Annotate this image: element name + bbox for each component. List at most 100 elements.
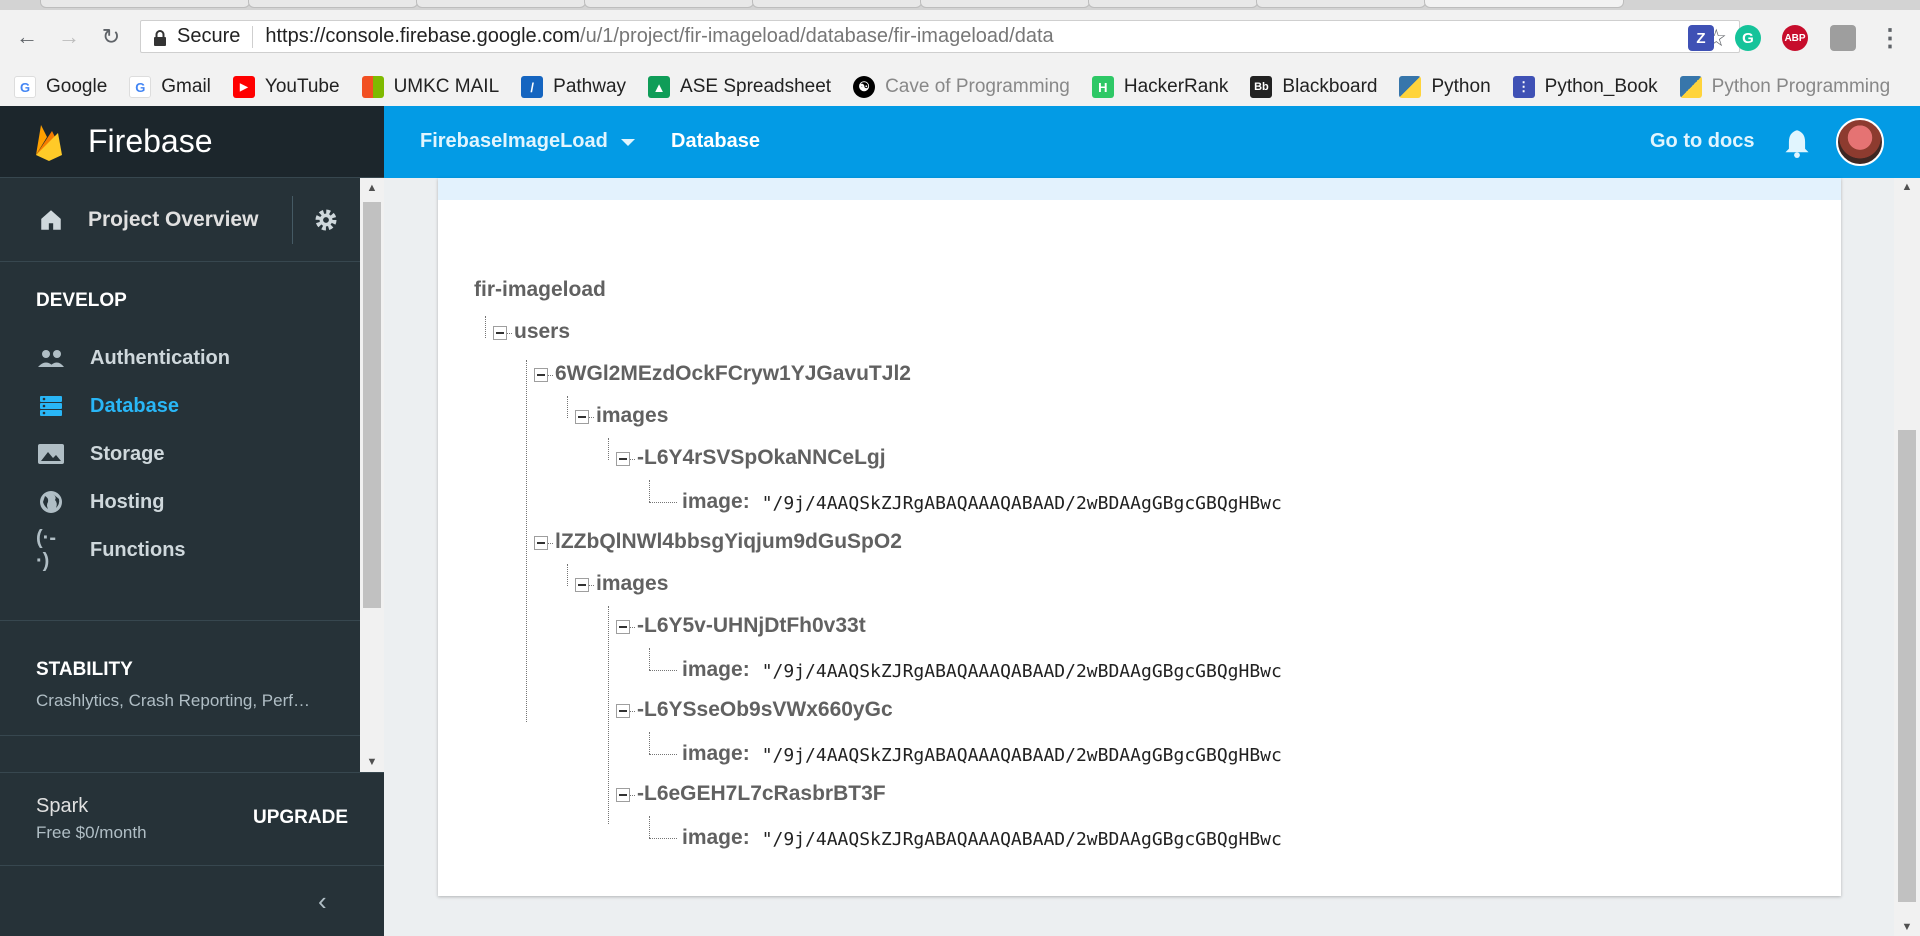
tree-node-image-id[interactable]: -L6YSseOb9sVWx660yGc <box>637 698 893 722</box>
secure-label: Secure <box>177 25 241 47</box>
scroll-up-icon[interactable]: ▲ <box>360 178 384 198</box>
browser-tab[interactable] <box>584 0 754 8</box>
leaf-value[interactable]: "/9j/4AAQSkZJRgABAQAAAQABAAD/2wBDAAgGBgc… <box>762 829 1282 850</box>
leaf-key: image: <box>682 742 750 765</box>
project-overview[interactable]: Project Overview <box>0 178 384 262</box>
browser-tab[interactable] <box>416 0 586 8</box>
extension-grammarly-icon[interactable]: G <box>1735 25 1761 51</box>
scroll-down-icon[interactable]: ▼ <box>1894 918 1920 936</box>
extension-adblock-icon[interactable]: ABP <box>1782 25 1808 51</box>
browser-tab-strip <box>0 0 1920 10</box>
bookmark-label: ASE Spreadsheet <box>680 76 832 97</box>
collapse-icon[interactable] <box>616 704 630 718</box>
gear-icon[interactable] <box>312 206 340 234</box>
functions-icon: (·-·) <box>36 527 56 572</box>
browser-tab[interactable] <box>1256 0 1426 8</box>
bookmark-google[interactable]: G Google <box>14 76 107 98</box>
tree-node-user[interactable]: 6WGl2MEzdOckFCryw1YJGavuTJl2 <box>555 362 911 386</box>
page-scroll-thumb[interactable] <box>1898 430 1916 902</box>
tree-connector <box>649 732 650 754</box>
reload-icon[interactable]: ↻ <box>96 22 126 52</box>
page-scrollbar[interactable]: ▲ ▼ <box>1894 178 1920 936</box>
browser-tab[interactable] <box>920 0 1090 8</box>
extension-generic-icon[interactable] <box>1830 25 1856 51</box>
home-icon <box>41 209 61 230</box>
scroll-up-icon[interactable]: ▲ <box>1894 178 1920 196</box>
browser-tab-active[interactable] <box>1424 0 1624 8</box>
collapse-icon[interactable] <box>616 452 630 466</box>
bookmark-python-programming[interactable]: Python Programming <box>1679 76 1890 98</box>
sidebar-item-functions[interactable]: (·-·) Functions <box>0 526 384 574</box>
url-host: https://console.firebase.google.com <box>265 25 581 47</box>
sidebar-item-hosting[interactable]: Hosting <box>0 478 384 526</box>
tree-node-users[interactable]: users <box>514 320 570 344</box>
project-selector[interactable]: FirebaseImageLoad <box>420 130 608 153</box>
tree-node-image-id[interactable]: -L6Y5v-UHNjDtFh0v33t <box>637 614 866 638</box>
browser-tab[interactable] <box>1088 0 1258 8</box>
collapse-icon[interactable] <box>575 578 589 592</box>
bookmark-hackerrank[interactable]: H HackerRank <box>1091 76 1228 98</box>
chevron-down-icon[interactable] <box>621 139 635 146</box>
avatar[interactable] <box>1836 118 1884 166</box>
address-bar[interactable]: Secure https://console.firebase.google.c… <box>140 20 1740 53</box>
sidebar-item-authentication[interactable]: Authentication <box>0 334 384 382</box>
leaf-key: image: <box>682 658 750 681</box>
collapse-icon[interactable] <box>575 410 589 424</box>
browser-menu-icon[interactable]: ⋮ <box>1878 24 1902 53</box>
bookmark-ase-spreadsheet[interactable]: ▲ ASE Spreadsheet <box>648 76 831 98</box>
sidebar-item-storage[interactable]: Storage <box>0 430 384 478</box>
bookmark-youtube[interactable]: ▶ YouTube <box>232 76 340 98</box>
tree-node-images[interactable]: images <box>596 572 668 596</box>
extension-label: Z <box>1696 29 1706 47</box>
tree-leaf-image[interactable]: image: "/9j/4AAQSkZJRgABAQAAAQABAAD/2wBDA… <box>682 490 1282 514</box>
leaf-value[interactable]: "/9j/4AAQSkZJRgABAQAAAQABAAD/2wBDAAgGBgc… <box>762 745 1282 766</box>
tree-connector <box>649 816 650 838</box>
tree-node-image-id[interactable]: -L6eGEH7L7cRasbrBT3F <box>637 782 886 806</box>
collapse-icon[interactable] <box>493 326 507 340</box>
bookmark-pathway[interactable]: / Pathway <box>521 76 626 98</box>
back-icon[interactable]: ← <box>12 22 42 52</box>
tree-node-images[interactable]: images <box>596 404 668 428</box>
bookmark-gmail[interactable]: G Gmail <box>129 76 211 98</box>
database-icon <box>36 393 66 419</box>
bookmark-umkc-mail[interactable]: UMKC MAIL <box>361 76 499 98</box>
sidebar-item-database[interactable]: Database <box>0 382 384 430</box>
tree-leaf-image[interactable]: image: "/9j/4AAQSkZJRgABAQAAAQABAAD/2wBDA… <box>682 742 1282 766</box>
extension-label: ABP <box>1784 32 1806 44</box>
bookmark-python-book[interactable]: ⋮ Python_Book <box>1512 76 1658 98</box>
extension-z-icon[interactable]: Z <box>1688 25 1714 51</box>
collapse-icon[interactable] <box>616 788 630 802</box>
upgrade-button[interactable]: UPGRADE <box>253 807 348 829</box>
browser-tab[interactable] <box>40 0 250 8</box>
sidebar-scroll-thumb[interactable] <box>363 202 381 608</box>
leaf-value[interactable]: "/9j/4AAQSkZJRgABAQAAAQABAAD/2wBDAAgGBgc… <box>762 493 1282 514</box>
collapse-sidebar-icon[interactable]: ‹ <box>318 886 327 917</box>
tree-leaf-image[interactable]: image: "/9j/4AAQSkZJRgABAQAAAQABAAD/2wBDA… <box>682 658 1282 682</box>
bell-icon[interactable] <box>1783 128 1811 158</box>
browser-tab[interactable] <box>248 0 418 8</box>
browser-tab[interactable] <box>752 0 922 8</box>
bookmark-label: Python_Book <box>1544 76 1658 97</box>
go-to-docs-link[interactable]: Go to docs <box>1650 130 1754 153</box>
data-tree-card: fir-imageload users 6WGl2MEzdOckFCryw1YJ… <box>438 178 1841 896</box>
sidebar-scrollbar[interactable]: ▲ ▼ <box>360 178 384 772</box>
tree-root[interactable]: fir-imageload <box>474 278 606 302</box>
tree-connector <box>649 754 677 755</box>
tree-connector <box>649 670 677 671</box>
bookmark-cave-of-programming[interactable]: ☯ Cave of Programming <box>853 76 1070 98</box>
google-icon: G <box>14 76 36 98</box>
bookmark-blackboard[interactable]: Bb Blackboard <box>1250 76 1377 98</box>
bookmark-python[interactable]: Python <box>1399 76 1491 98</box>
stability-section[interactable]: STABILITY Crashlytics, Crash Reporting, … <box>0 620 360 736</box>
collapse-icon[interactable] <box>534 368 548 382</box>
tree-node-image-id[interactable]: -L6Y4rSVSpOkaNNCeLgj <box>637 446 886 470</box>
leaf-value[interactable]: "/9j/4AAQSkZJRgABAQAAAQABAAD/2wBDAAgGBgc… <box>762 661 1282 682</box>
tree-node-user[interactable]: lZZbQlNWl4bbsgYiqjum9dGuSpO2 <box>555 530 902 554</box>
firebase-brand[interactable]: Firebase <box>0 106 384 178</box>
forward-icon[interactable]: → <box>54 22 84 52</box>
collapse-icon[interactable] <box>534 536 548 550</box>
leaf-key: image: <box>682 490 750 513</box>
tree-leaf-image[interactable]: image: "/9j/4AAQSkZJRgABAQAAAQABAAD/2wBDA… <box>682 826 1282 850</box>
collapse-icon[interactable] <box>616 620 630 634</box>
scroll-down-icon[interactable]: ▼ <box>360 752 384 772</box>
